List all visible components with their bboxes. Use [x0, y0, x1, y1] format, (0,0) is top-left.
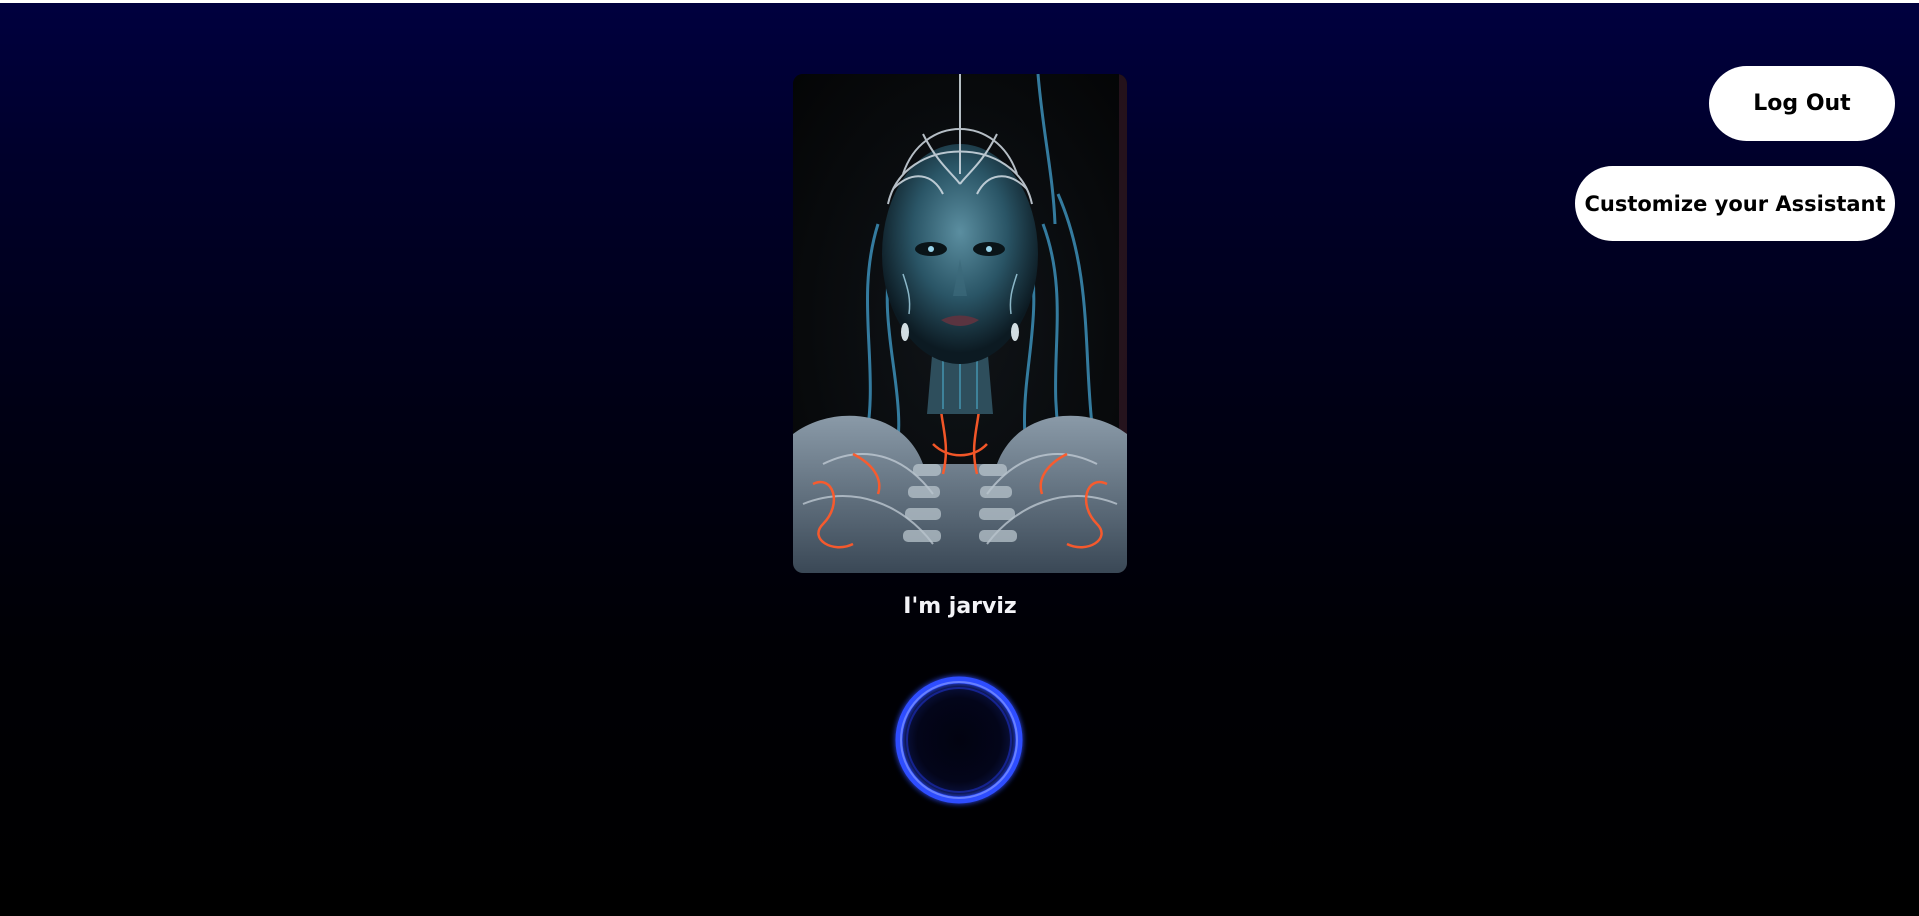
voice-orb-icon [895, 676, 1023, 804]
cyborg-portrait-image [793, 74, 1127, 573]
logout-button[interactable]: Log Out [1709, 66, 1895, 141]
top-border [0, 0, 1919, 3]
assistant-page: { "header": { "logout_label": "Log Out",… [0, 0, 1919, 916]
voice-orb-button[interactable] [889, 670, 1029, 810]
assistant-greeting: I'm jarviz [903, 594, 1017, 619]
assistant-portrait [793, 74, 1127, 573]
customize-assistant-button[interactable]: Customize your Assistant [1575, 166, 1895, 241]
